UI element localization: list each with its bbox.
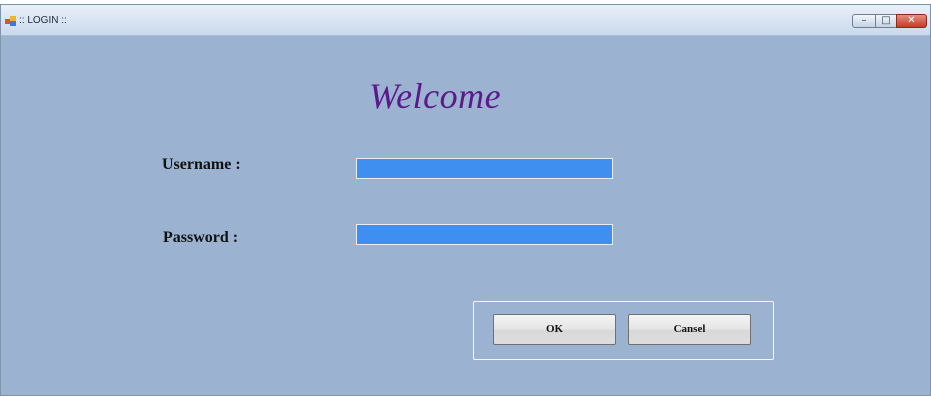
welcome-heading: Welcome: [369, 76, 502, 116]
window-title: :: LOGIN ::: [19, 15, 67, 26]
username-input[interactable]: [356, 158, 613, 179]
cancel-button[interactable]: Cansel: [628, 314, 751, 345]
close-button[interactable]: ✕: [896, 14, 927, 28]
button-group-box: OK Cansel: [473, 301, 774, 360]
maximize-button[interactable]: □: [875, 14, 897, 28]
title-bar[interactable]: :: LOGIN :: – □ ✕: [1, 5, 930, 36]
ok-button[interactable]: OK: [493, 314, 616, 345]
username-label: Username :: [162, 156, 241, 173]
password-label: Password :: [163, 229, 239, 246]
application-icon: [5, 16, 16, 26]
close-icon: ✕: [907, 15, 916, 26]
minimize-icon: –: [861, 15, 867, 26]
minimize-button[interactable]: –: [852, 14, 876, 28]
maximize-icon: □: [881, 15, 891, 26]
login-window: :: LOGIN :: – □ ✕ Welcome Username : Pas…: [0, 4, 931, 396]
password-input[interactable]: [356, 224, 613, 245]
